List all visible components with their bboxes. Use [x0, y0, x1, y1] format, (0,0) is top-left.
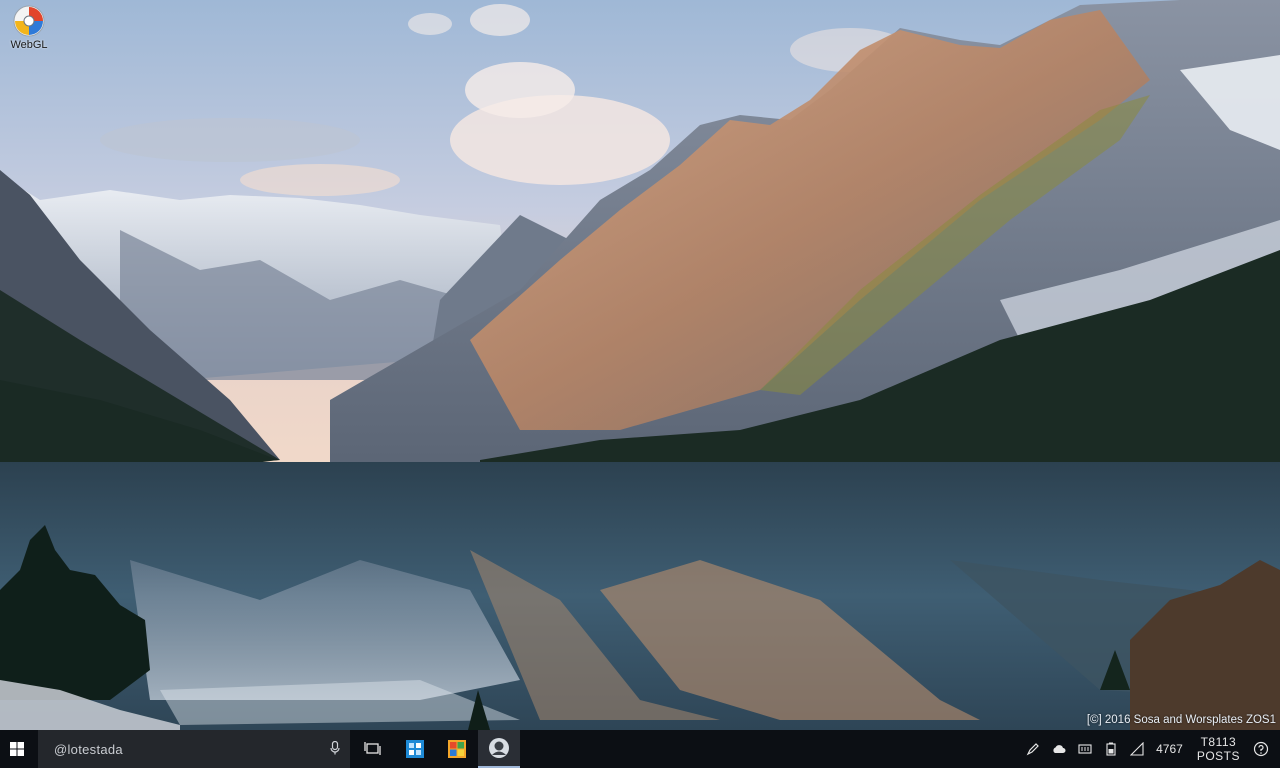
windows-logo-icon	[448, 740, 466, 758]
pen-icon[interactable]	[1020, 730, 1046, 768]
windows-start-icon	[10, 742, 24, 756]
task-view-icon	[364, 742, 381, 755]
desktop: WebGL [©] 2016 Sosa and Worsplates ZOS1 …	[0, 0, 1280, 768]
system-tray: 4767 T8113 POSTS	[1020, 730, 1280, 768]
wallpaper-watermark: [©] 2016 Sosa and Worsplates ZOS1	[1086, 714, 1276, 726]
desktop-icon-label: WebGL	[10, 39, 48, 51]
wallpaper	[0, 0, 1280, 730]
start-button[interactable]	[0, 730, 34, 768]
clock-time: T8113	[1200, 735, 1237, 749]
taskbar-app-active[interactable]	[478, 730, 520, 768]
taskbar-clock[interactable]: T8113 POSTS	[1189, 735, 1248, 763]
keyboard-icon[interactable]	[1072, 730, 1098, 768]
task-view-button[interactable]	[352, 730, 394, 768]
taskbar: @lotestada 4767 T8113 POSTS	[0, 730, 1280, 768]
tray-status-text[interactable]: 4767	[1150, 742, 1189, 756]
webgl-app-icon	[13, 5, 45, 37]
clock-date: POSTS	[1196, 749, 1240, 763]
cloud-icon[interactable]	[1046, 730, 1072, 768]
taskbar-app-store[interactable]	[394, 730, 436, 768]
taskbar-search-box[interactable]: @lotestada	[38, 730, 350, 768]
search-input-text[interactable]: @lotestada	[54, 742, 123, 757]
network-icon[interactable]	[1124, 730, 1150, 768]
store-icon	[406, 740, 424, 758]
circle-app-icon	[489, 738, 509, 758]
mic-icon[interactable]	[330, 741, 340, 755]
help-icon[interactable]	[1248, 730, 1274, 768]
desktop-icon-webgl[interactable]: WebGL	[2, 4, 56, 51]
battery-icon[interactable]	[1098, 730, 1124, 768]
taskbar-app-windows[interactable]	[436, 730, 478, 768]
